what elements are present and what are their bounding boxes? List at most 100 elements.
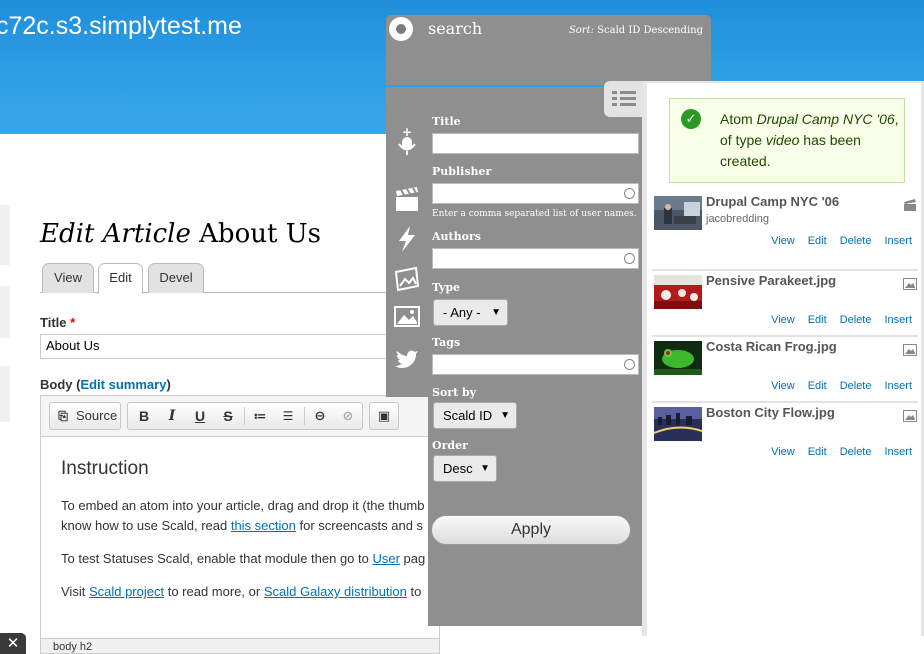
tab-devel[interactable]: Devel bbox=[148, 263, 204, 293]
view-link[interactable]: View bbox=[771, 235, 795, 247]
search-toggle-icon[interactable] bbox=[389, 17, 413, 41]
edit-link[interactable]: Edit bbox=[808, 314, 827, 326]
scald-search-header: search Sort: Scald ID Descending bbox=[386, 15, 711, 85]
image-button[interactable]: ▣ bbox=[369, 402, 399, 430]
strikethrough-icon[interactable]: S bbox=[218, 406, 238, 426]
title-filter-input[interactable] bbox=[432, 133, 639, 154]
atom-item[interactable]: Costa Rican Frog.jpg View Edit Delete Inser… bbox=[652, 335, 918, 401]
image-icon bbox=[903, 343, 917, 356]
atom-item[interactable]: Pensive Parakeet.jpg View Edit Delete Inser… bbox=[652, 269, 918, 335]
list-bullet bbox=[612, 97, 617, 100]
delete-link[interactable]: Delete bbox=[840, 314, 872, 326]
gallery-type-icon[interactable] bbox=[392, 264, 422, 294]
tags-filter-input[interactable] bbox=[432, 354, 639, 375]
insert-link[interactable]: Insert bbox=[884, 380, 912, 392]
text: To test Statuses Scald, enable that modu… bbox=[61, 551, 373, 566]
bold-icon[interactable]: B bbox=[134, 406, 154, 426]
order-select-value: Desc bbox=[443, 461, 473, 476]
status-message-text: Atom Drupal Camp NYC '06, of type video … bbox=[720, 109, 900, 172]
scald-project-link[interactable]: Scald project bbox=[89, 584, 164, 599]
required-mark: * bbox=[70, 315, 76, 330]
editor-content[interactable]: Instruction To embed an atom into your a… bbox=[41, 438, 439, 653]
list-line bbox=[620, 103, 636, 106]
unlink-icon[interactable]: ⊘ bbox=[338, 406, 358, 426]
publisher-filter-input[interactable] bbox=[432, 183, 639, 204]
order-filter-label: Order bbox=[432, 439, 468, 452]
atom-actions: View Edit Delete Insert bbox=[758, 380, 912, 392]
delete-link[interactable]: Delete bbox=[840, 446, 872, 458]
bullet-list-icon[interactable]: ☰ bbox=[278, 406, 298, 426]
source-button[interactable]: ⎘ Source bbox=[49, 402, 121, 430]
status-message: ✓ Atom Drupal Camp NYC '06, of type vide… bbox=[669, 98, 905, 183]
toolbar-separator bbox=[304, 407, 305, 425]
italic-icon[interactable]: I bbox=[162, 406, 182, 426]
atom-type-bar: + bbox=[386, 87, 428, 397]
user-link[interactable]: User bbox=[372, 551, 399, 566]
sortby-filter-label: Sort by bbox=[432, 386, 477, 399]
delete-link[interactable]: Delete bbox=[840, 380, 872, 392]
order-select[interactable]: Desc ▼ bbox=[433, 455, 497, 482]
twitter-type-icon[interactable] bbox=[392, 343, 422, 373]
editor-element-path: body h2 bbox=[41, 638, 439, 653]
list-line bbox=[620, 91, 636, 94]
list-line bbox=[620, 97, 636, 100]
delete-link[interactable]: Delete bbox=[840, 235, 872, 247]
editor-paragraph: know how to use Scald, read this section… bbox=[61, 516, 423, 536]
atom-item[interactable]: Drupal Camp NYC '06 jacobredding View Edi… bbox=[652, 192, 918, 258]
numbered-list-icon[interactable]: ≔ bbox=[250, 406, 270, 426]
close-icon[interactable]: ✕ bbox=[0, 633, 26, 654]
insert-link[interactable]: Insert bbox=[884, 235, 912, 247]
video-type-icon[interactable] bbox=[392, 184, 422, 214]
edit-link[interactable]: Edit bbox=[808, 446, 827, 458]
tab-edit[interactable]: Edit bbox=[98, 263, 143, 294]
title-input[interactable]: About Us bbox=[40, 334, 400, 359]
edit-summary-link[interactable]: Edit summary bbox=[80, 377, 166, 392]
scald-galaxy-link[interactable]: Scald Galaxy distribution bbox=[264, 584, 407, 599]
view-link[interactable]: View bbox=[771, 446, 795, 458]
editor-paragraph: To embed an atom into your article, drag… bbox=[61, 498, 425, 513]
insert-link[interactable]: Insert bbox=[884, 314, 912, 326]
site-name[interactable]: c72c.s3.simplytest.me bbox=[0, 12, 242, 41]
view-link[interactable]: View bbox=[771, 314, 795, 326]
tab-view[interactable]: View bbox=[42, 263, 94, 293]
library-toggle-icon[interactable] bbox=[604, 81, 644, 117]
list-bullet bbox=[612, 103, 617, 106]
editor-toolbar: ⎘ Source B I U S ≔ ☰ ⊖ ⊘ ▣ bbox=[41, 396, 439, 437]
title-filter-label: Title bbox=[432, 115, 461, 128]
message-atom-type: video bbox=[765, 132, 800, 148]
atom-thumbnail[interactable] bbox=[654, 407, 702, 441]
edit-link[interactable]: Edit bbox=[808, 235, 827, 247]
title-field-label: Title * bbox=[40, 315, 75, 330]
left-edge-block bbox=[0, 205, 10, 265]
flash-type-icon[interactable] bbox=[392, 224, 422, 254]
view-link[interactable]: View bbox=[771, 380, 795, 392]
underline-icon[interactable]: U bbox=[190, 406, 210, 426]
editor-paragraph: Visit Scald project to read more, or Sca… bbox=[61, 582, 421, 602]
search-label[interactable]: search bbox=[428, 19, 482, 38]
page-title-action: Edit Article bbox=[40, 219, 191, 249]
audio-type-icon[interactable]: + bbox=[392, 125, 422, 157]
left-edge-block bbox=[0, 366, 10, 422]
atom-thumbnail[interactable] bbox=[654, 275, 702, 309]
image-type-icon[interactable] bbox=[392, 301, 422, 331]
atom-author: jacobredding bbox=[706, 213, 769, 225]
sortby-select[interactable]: Scald ID ▼ bbox=[433, 402, 517, 429]
edit-link[interactable]: Edit bbox=[808, 380, 827, 392]
atom-thumbnail[interactable] bbox=[654, 196, 702, 230]
apply-button[interactable]: Apply bbox=[431, 515, 631, 545]
atom-title: Boston City Flow.jpg bbox=[706, 405, 835, 420]
format-button-group: B I U S ≔ ☰ ⊖ ⊘ bbox=[127, 402, 363, 430]
text: Atom bbox=[720, 111, 757, 127]
link-icon[interactable]: ⊖ bbox=[310, 406, 330, 426]
atom-item[interactable]: Boston City Flow.jpg View Edit Delete Inser… bbox=[652, 401, 918, 467]
source-icon: ⎘ bbox=[58, 409, 68, 423]
insert-link[interactable]: Insert bbox=[884, 446, 912, 458]
atom-title: Costa Rican Frog.jpg bbox=[706, 339, 837, 354]
atom-thumbnail[interactable] bbox=[654, 341, 702, 375]
authors-filter-input[interactable] bbox=[432, 248, 639, 269]
this-section-link[interactable]: this section bbox=[231, 518, 296, 533]
text: know how to use Scald, read bbox=[61, 518, 231, 533]
type-select[interactable]: - Any - ▼ bbox=[433, 299, 508, 326]
editor-paragraph: To test Statuses Scald, enable that modu… bbox=[61, 549, 425, 569]
body-field-label: Body (Edit summary) bbox=[40, 377, 171, 392]
